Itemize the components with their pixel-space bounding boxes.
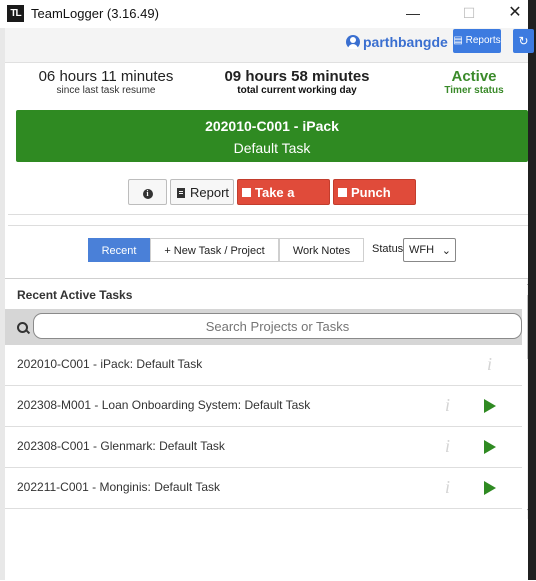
app-header: parthbangde ▤ Reports ↻ <box>5 28 534 63</box>
info-icon: i <box>142 188 153 199</box>
reports-button[interactable]: ▤ Reports <box>453 29 501 53</box>
status-label: Status <box>372 243 404 255</box>
play-icon[interactable] <box>484 399 496 413</box>
minimize-button[interactable]: — <box>390 0 436 28</box>
report-button-label: Report <box>190 185 230 200</box>
stop-square-icon <box>242 188 251 197</box>
list-item[interactable]: 202308-C001 - Glenmark: Default Task i <box>5 427 522 468</box>
username: parthbangde <box>363 34 448 50</box>
info-icon[interactable]: i <box>445 477 450 498</box>
task-row-label: 202308-C001 - Glenmark: Default Task <box>17 439 225 453</box>
stat-since-resume-value: 06 hours 11 minutes <box>38 68 174 85</box>
document-icon <box>177 188 185 198</box>
chevron-down-icon: ⌄ <box>441 245 451 257</box>
tab-work-notes[interactable]: Work Notes <box>279 238 364 262</box>
divider <box>8 225 528 226</box>
desktop-background-strip <box>528 0 536 580</box>
maximize-button[interactable]: ☐ <box>446 0 492 28</box>
take-a-break-button[interactable]: Take a break <box>237 179 330 226</box>
report-doc-icon: ▤ <box>453 35 466 46</box>
refresh-button[interactable]: ↻ <box>513 29 534 53</box>
play-icon[interactable] <box>484 481 496 495</box>
search-bar <box>5 309 522 345</box>
title-bar: TL TeamLogger (3.16.49) — ☐ ✕ <box>0 0 528 28</box>
list-item[interactable]: 202010-C001 - iPack: Default Task i <box>5 345 522 386</box>
status-select[interactable]: WFH ⌄ <box>403 238 456 262</box>
stat-total-working-day-label: total current working day <box>237 85 357 96</box>
report-button[interactable]: Report <box>170 179 234 205</box>
recent-tasks-heading: Recent Active Tasks <box>17 288 133 302</box>
tab-new-task-project[interactable]: + New Task / Project <box>150 238 279 262</box>
stat-timer-status: Active Timer status <box>420 68 528 97</box>
task-row-label: 202010-C001 - iPack: Default Task <box>17 357 203 371</box>
stat-total-working-day-value: 09 hours 58 minutes <box>224 68 370 85</box>
user-account[interactable]: parthbangde <box>346 34 448 50</box>
stat-since-resume: 06 hours 11 minutes since last task resu… <box>20 68 192 97</box>
refresh-icon: ↻ <box>518 34 529 48</box>
list-item[interactable]: 202308-M001 - Loan Onboarding System: De… <box>5 386 522 427</box>
timer-status-label: Timer status <box>444 85 504 96</box>
scroll-up-arrow-icon[interactable] <box>527 281 528 285</box>
current-task-name: Default Task <box>233 140 311 156</box>
stop-square-icon <box>338 188 347 197</box>
search-icon <box>17 322 28 333</box>
scrollbar[interactable] <box>527 279 528 519</box>
task-row-label: 202308-M001 - Loan Onboarding System: De… <box>17 398 311 412</box>
tab-recent[interactable]: Recent <box>88 238 150 262</box>
task-row-label: 202211-C001 - Monginis: Default Task <box>17 480 221 494</box>
info-icon[interactable]: i <box>445 436 450 457</box>
search-input[interactable] <box>33 313 522 339</box>
info-icon[interactable]: i <box>487 354 492 375</box>
scroll-thumb[interactable] <box>527 295 528 359</box>
stat-since-resume-label: since last task resume <box>56 85 156 96</box>
status-selected-value: WFH <box>409 244 435 256</box>
play-icon[interactable] <box>484 440 496 454</box>
current-task-code: 202010-C001 - iPack <box>205 118 339 134</box>
user-icon <box>346 35 360 49</box>
close-button[interactable]: ✕ <box>492 0 536 28</box>
info-icon[interactable]: i <box>445 395 450 416</box>
window-title: TeamLogger (3.16.49) <box>31 6 159 21</box>
reports-button-label: Reports <box>465 35 501 46</box>
app-logo-icon: TL <box>7 5 24 22</box>
timer-status-value: Active <box>451 68 497 85</box>
current-task-banner: 202010-C001 - iPack Default Task <box>16 110 528 162</box>
divider <box>8 214 528 215</box>
task-list: 202010-C001 - iPack: Default Task i 2023… <box>5 345 522 509</box>
recent-tasks-panel: Recent Active Tasks 202010-C001 - iPack:… <box>5 278 528 581</box>
stat-total-working-day: 09 hours 58 minutes total current workin… <box>212 68 382 97</box>
list-item[interactable]: 202211-C001 - Monginis: Default Task i <box>5 468 522 509</box>
info-button[interactable]: i <box>128 179 167 205</box>
scroll-down-arrow-icon[interactable] <box>527 509 528 513</box>
punch-out-button[interactable]: Punch Out <box>333 179 416 226</box>
